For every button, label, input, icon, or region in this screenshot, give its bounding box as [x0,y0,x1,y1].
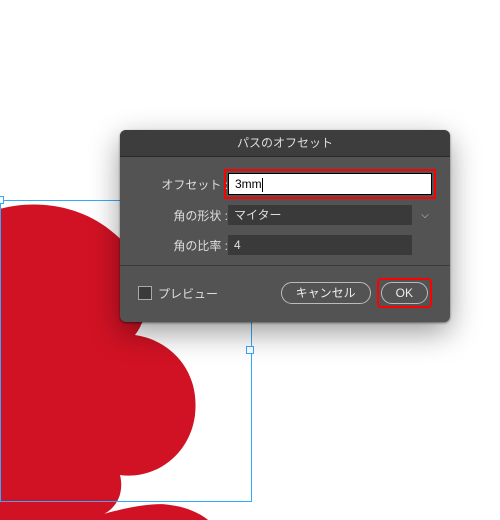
offset-value: 3mm [235,177,262,191]
canvas: パスのオフセット オフセット : 3mm 角の形状 : マイター ⌵ [0,0,500,500]
preview-label: プレビュー [158,285,218,302]
miter-label: 角の比率 : [138,237,228,254]
ok-button[interactable]: OK [381,282,428,304]
miter-input[interactable]: 4 [228,235,412,255]
offset-path-dialog: パスのオフセット オフセット : 3mm 角の形状 : マイター ⌵ [120,130,450,322]
chevron-down-icon[interactable]: ⌵ [418,210,432,221]
preview-checkbox[interactable] [138,286,152,300]
join-select[interactable]: マイター [228,205,412,225]
join-value: マイター [234,205,282,225]
join-label: 角の形状 : [138,207,228,224]
cancel-button[interactable]: キャンセル [281,282,371,304]
offset-input[interactable]: 3mm [228,173,432,195]
selection-handle-right-mid[interactable] [246,346,254,354]
selection-handle-top-left[interactable] [0,196,4,204]
offset-label: オフセット : [138,176,228,193]
divider [120,265,450,266]
dialog-title: パスのオフセット [120,130,450,157]
